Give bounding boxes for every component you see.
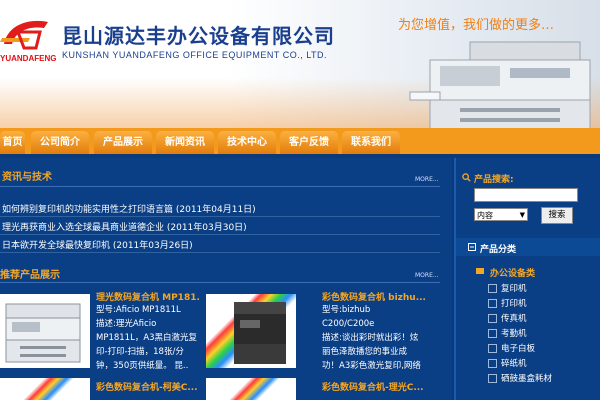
category-item-label: 打印机 [501, 299, 527, 309]
news-divider-line [0, 252, 440, 253]
product-desc-line: C200/C200e [322, 319, 375, 329]
news-divider-line [0, 216, 440, 217]
product-image[interactable] [206, 294, 296, 368]
product-desc-line: 型号:bizhub [322, 305, 371, 315]
search-type-value: 内容 [477, 211, 493, 220]
product-desc-line: 功！A3彩色激光复印,网络 [322, 361, 421, 371]
category-main[interactable]: 办公设备类 [490, 266, 535, 279]
expand-icon [488, 284, 497, 293]
expand-icon [488, 329, 497, 338]
site-header: YUANDAFENG 昆山源达丰办公设备有限公司 KUNSHAN YUANDAF… [0, 0, 600, 128]
category-item-label: 碎纸机 [501, 359, 527, 369]
nav-feedback[interactable]: 客户反馈 [280, 131, 338, 154]
news-item[interactable]: 日本欲开发全球最快复印机 (2011年03月26日) [2, 238, 193, 251]
products-section-title: 推荐产品展示 [0, 270, 60, 281]
product-image[interactable] [206, 378, 296, 400]
search-input[interactable] [474, 188, 578, 202]
nav-news[interactable]: 新闻资讯 [156, 131, 214, 154]
nav-home[interactable]: 首页 [0, 131, 25, 154]
category-item-whiteboard[interactable]: 电子白板 [488, 342, 535, 354]
category-item-label: 考勤机 [501, 329, 527, 339]
product-name[interactable]: 彩色数码复合机 bizhu... [322, 290, 426, 303]
product-desc-line: 钟，350页供纸量。 昆.. [96, 361, 189, 371]
product-desc-line: 型号:Aficio MP1811L [96, 305, 181, 315]
category-item-printer[interactable]: 打印机 [488, 297, 527, 309]
category-item-attendance[interactable]: 考勤机 [488, 327, 527, 339]
news-more-link[interactable]: MORE... [415, 176, 439, 183]
category-item-label: 电子白板 [501, 344, 536, 354]
category-title: 产品分类 [480, 245, 517, 255]
category-item-fax[interactable]: 传真机 [488, 312, 527, 324]
product-name[interactable]: 彩色数码复合机-理光C... [322, 380, 426, 393]
search-label: 产品搜索: [474, 175, 514, 185]
header-slogan: 为您增值，我们做的更多… [398, 18, 555, 33]
category-header [456, 238, 600, 256]
copier-product-icon [5, 303, 81, 363]
product-image[interactable] [0, 378, 90, 400]
product-description: 型号:Aficio MP1811L 描述:理光Aficio MP1811L，A3… [96, 303, 200, 373]
expand-icon [488, 314, 497, 323]
expand-icon [488, 299, 497, 308]
news-item[interactable]: 理光再获商业入选全球最具商业道德企业 (2011年03月30日) [2, 220, 247, 233]
logo-text: YUANDAFENG [0, 54, 57, 63]
category-item-label: 传真机 [501, 314, 527, 324]
company-name-cn: 昆山源达丰办公设备有限公司 [62, 24, 335, 48]
search-button[interactable]: 搜索 [541, 207, 573, 224]
copier-illustration-icon [409, 41, 591, 128]
category-item-label: 硒鼓墨盒耗材 [501, 374, 553, 384]
folder-icon [476, 268, 484, 274]
product-desc-line: MP1811L，A3黑白激光复 [96, 333, 198, 343]
chevron-down-icon: ▼ [519, 211, 525, 219]
nav-products[interactable]: 产品展示 [94, 131, 152, 154]
expand-icon [488, 374, 497, 383]
nav-tech-center[interactable]: 技术中心 [218, 131, 276, 154]
company-name-en: KUNSHAN YUANDAFENG OFFICE EQUIPMENT CO.,… [62, 50, 328, 60]
category-item-shredder[interactable]: 碎纸机 [488, 357, 527, 369]
product-desc-line: 描述:理光Aficio [96, 319, 157, 329]
category-icon [468, 243, 476, 251]
news-item[interactable]: 如何辨别复印机的功能实用性之打印语言篇 (2011年04月11日) [2, 202, 256, 215]
color-copier-product-icon [234, 302, 286, 364]
category-item-copier[interactable]: 复印机 [488, 282, 527, 294]
product-desc-line: 丽色泽散播您的事业成 [322, 347, 408, 357]
product-image[interactable] [0, 294, 90, 368]
news-divider [0, 186, 440, 187]
product-name[interactable]: 彩色数码复合机-柯美C... [96, 380, 200, 393]
category-item-label: 复印机 [501, 284, 527, 294]
nav-company-profile[interactable]: 公司简介 [31, 131, 89, 154]
category-item-toner[interactable]: 硒鼓墨盒耗材 [488, 372, 552, 384]
expand-icon [488, 359, 497, 368]
news-divider-line [0, 234, 440, 235]
nav-contact[interactable]: 联系我们 [342, 131, 400, 154]
product-desc-line: 描述:谈出彩时就出彩！炫 [322, 333, 419, 343]
search-type-select[interactable]: 内容 ▼ [474, 208, 528, 221]
product-desc-line: 印-打印-扫描，18张/分 [96, 347, 184, 357]
search-icon [462, 173, 471, 182]
expand-icon [488, 344, 497, 353]
product-description: 型号:bizhub C200/C200e 描述:谈出彩时就出彩！炫 丽色泽散播您… [322, 303, 426, 373]
product-name[interactable]: 理光数码复合机 MP181... [96, 290, 200, 303]
news-section-title: 资讯与技术 [2, 172, 52, 183]
products-more-link[interactable]: MORE... [415, 272, 439, 279]
products-divider [0, 282, 440, 283]
company-logo-icon[interactable] [0, 14, 52, 54]
